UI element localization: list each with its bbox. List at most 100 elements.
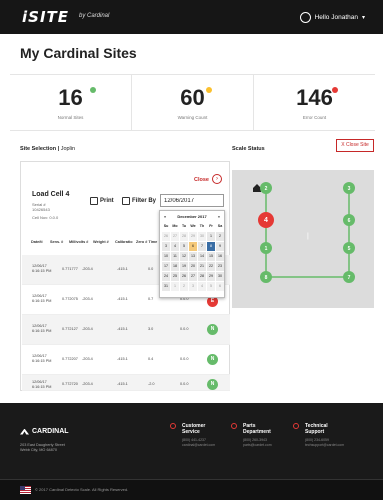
calendar-day[interactable]: 15 — [207, 252, 215, 261]
home-icon[interactable] — [253, 184, 261, 192]
calendar-day[interactable]: 8 — [207, 242, 215, 251]
footer-logo[interactable]: CARDINAL — [20, 428, 69, 435]
cell-date: 12/06/17 6:16:15 PM — [32, 380, 52, 389]
calendar-day[interactable]: 16 — [216, 252, 224, 261]
calendar-day[interactable]: 23 — [216, 262, 224, 271]
calendar-day[interactable]: 24 — [162, 272, 170, 281]
calendar-day[interactable]: 30 — [216, 272, 224, 281]
table-row[interactable]: 12/06/17 6:16:15 PM 0.772127 -203.4 -415… — [22, 315, 230, 345]
calendar-day[interactable]: 10 — [162, 252, 170, 261]
stat-error-count[interactable]: 146 Error Count — [254, 75, 375, 130]
calendar-day[interactable]: 1 — [207, 232, 215, 241]
calendar-day[interactable]: 27 — [171, 232, 179, 241]
cell-date: 12/06/17 6:16:15 PM — [32, 294, 52, 303]
footer-customer-service[interactable]: Customer Service (800) 441-4237 cardinal… — [170, 423, 215, 448]
col-date[interactable]: Date/ti — [31, 240, 43, 244]
scale-node[interactable]: 5 — [343, 242, 355, 254]
calendar-day[interactable]: 29 — [189, 232, 197, 241]
stat-normal-sites[interactable]: 16 Normal Sites — [10, 75, 132, 130]
footer-technical-support[interactable]: Technical Support (800) 234-6059 techsup… — [293, 423, 344, 448]
table-row[interactable]: 12/06/17 6:16:15 PM 0.772207 -203.4 -415… — [22, 345, 230, 375]
calendar-day[interactable]: 27 — [189, 272, 197, 281]
calendar-day[interactable]: 13 — [189, 252, 197, 261]
scale-node[interactable]: 1 — [260, 242, 272, 254]
col-millivolts[interactable]: Millivolts # — [69, 240, 88, 244]
calendar-day[interactable]: 5 — [207, 282, 215, 291]
calendar-day[interactable]: 4 — [171, 242, 179, 251]
close-circle-icon[interactable]: › — [212, 174, 222, 184]
isite-logo[interactable]: iSITE — [22, 9, 72, 25]
calendar-day[interactable]: 17 — [162, 262, 170, 271]
gear-icon — [231, 423, 237, 429]
col-sensor[interactable]: Sens. # — [50, 240, 63, 244]
calendar-month: December 2017 — [177, 214, 207, 219]
prev-month-icon[interactable]: « — [164, 214, 166, 219]
calendar-day[interactable]: 11 — [171, 252, 179, 261]
calendar-day[interactable]: 26 — [162, 232, 170, 241]
calendar-day[interactable]: 28 — [198, 272, 206, 281]
calendar-day[interactable]: 28 — [180, 232, 188, 241]
calendar-day[interactable]: 30 — [198, 232, 206, 241]
col-calibration[interactable]: Calibratio — [115, 240, 133, 244]
next-month-icon[interactable]: » — [218, 214, 220, 219]
calendar-day[interactable]: 18 — [171, 262, 179, 271]
status-dot-icon — [332, 87, 338, 93]
calendar-day[interactable]: 12 — [180, 252, 188, 261]
calendar-day[interactable]: 21 — [198, 262, 206, 271]
table-row[interactable]: 12/06/17 6:16:15 PM 0.772720 -203.4 -415… — [22, 375, 230, 391]
contact-email[interactable]: parts@cardet.com — [243, 443, 272, 448]
col-weight[interactable]: Weight # — [93, 240, 109, 244]
scale-node[interactable]: 4 — [258, 212, 274, 228]
calendar-day[interactable]: 26 — [180, 272, 188, 281]
calendar-day[interactable]: 20 — [189, 262, 197, 271]
calendar-day[interactable]: 9 — [216, 242, 224, 251]
calendar-day[interactable]: 19 — [180, 262, 188, 271]
scale-node[interactable]: 7 — [343, 271, 355, 283]
contact-email[interactable]: techsupport@cardet.com — [305, 443, 344, 448]
calendar-day[interactable]: 5 — [180, 242, 188, 251]
footer-col-contact: (800) 441-4237 cardinal@cardet.com — [182, 438, 215, 448]
scale-node[interactable]: 8 — [260, 271, 272, 283]
close-link[interactable]: Close — [194, 177, 209, 183]
calendar-dow: Su — [163, 224, 169, 228]
stat-warning-count[interactable]: 60 Warning Count — [132, 75, 254, 130]
cell-sensor: 0.772207 — [62, 357, 78, 361]
calendar-day[interactable]: 25 — [171, 272, 179, 281]
cursor-icon: | — [307, 233, 309, 240]
cell-cal: 0.0 — [148, 267, 154, 271]
load-cell-title: Load Cell 4 — [32, 191, 70, 198]
calendar-day[interactable]: 7 — [198, 242, 206, 251]
scale-node[interactable]: 6 — [343, 214, 355, 226]
scale-node-label: 7 — [348, 275, 351, 281]
calendar-day[interactable]: 22 — [207, 262, 215, 271]
address-line: Webb City, MO 64870 — [20, 448, 58, 452]
calendar-day[interactable]: 3 — [162, 242, 170, 251]
footer-brand: CARDINAL — [32, 428, 69, 435]
calendar-day[interactable]: 29 — [207, 272, 215, 281]
footer-parts-department[interactable]: Parts Department (800) 260-3943 parts@ca… — [231, 423, 272, 448]
scale-node[interactable]: 3 — [343, 182, 355, 194]
calendar-day[interactable]: 3 — [189, 282, 197, 291]
us-flag-icon[interactable] — [20, 486, 31, 494]
col-zero-time[interactable]: Zero # Time — [136, 240, 157, 244]
calendar-day[interactable]: 6 — [216, 282, 224, 291]
calendar-day[interactable]: 2 — [216, 232, 224, 241]
date-filter-input[interactable] — [160, 194, 224, 207]
calendar-day[interactable]: 14 — [198, 252, 206, 261]
print-button[interactable]: Print — [90, 197, 114, 205]
site-selection[interactable]: Site Selection | Joplin — [20, 146, 75, 152]
calendar-day[interactable]: 1 — [171, 282, 179, 291]
footer-col-contact: (800) 260-3943 parts@cardet.com — [243, 438, 272, 448]
calendar-day[interactable]: 4 — [198, 282, 206, 291]
copyright-text: © 2017 Cardinal Detecto Scale. All Right… — [35, 487, 129, 492]
contact-email[interactable]: cardinal@cardet.com — [182, 443, 215, 448]
close-site-button[interactable]: X Close Site — [336, 139, 374, 152]
user-menu[interactable]: Hello Jonathan ▾ — [299, 12, 365, 23]
calendar-day[interactable]: 2 — [180, 282, 188, 291]
calendar-day[interactable]: 6 — [189, 242, 197, 251]
calendar-day[interactable]: 31 — [162, 282, 170, 291]
stat-label: Error Count — [302, 115, 327, 120]
scale-node[interactable]: 2 — [260, 182, 272, 194]
filter-by-button[interactable]: Filter By — [122, 197, 156, 205]
stat-label: Normal Sites — [57, 115, 84, 120]
